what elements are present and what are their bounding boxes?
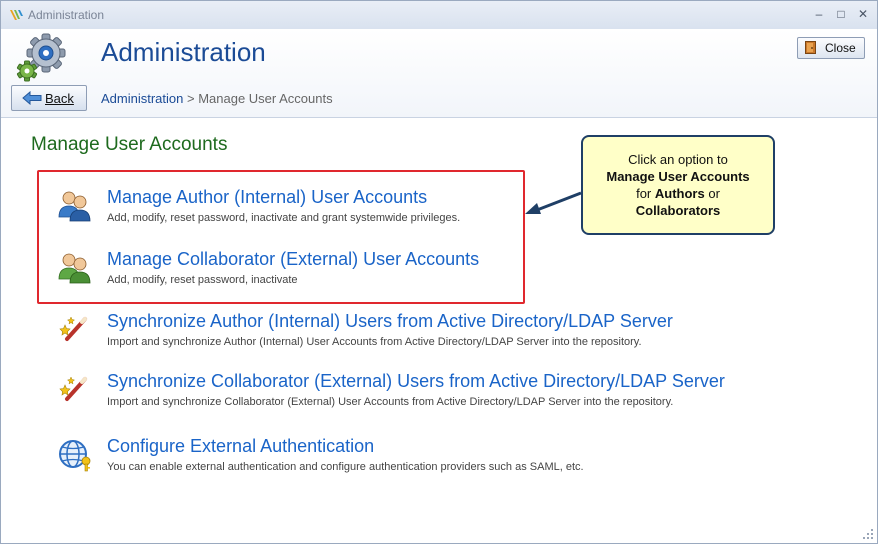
- door-exit-icon: [805, 41, 816, 54]
- option-description: You can enable external authentication a…: [107, 461, 584, 473]
- resize-grip-icon[interactable]: [862, 528, 874, 540]
- option-description: Import and synchronize Collaborator (Ext…: [107, 396, 674, 408]
- magic-wand-icon: [59, 376, 87, 401]
- title-bar: Administration – □ ✕: [1, 1, 877, 29]
- breadcrumb-link-administration[interactable]: Administration: [101, 91, 183, 106]
- callout-line-4: Collaborators: [635, 203, 721, 218]
- callout-line-2: Manage User Accounts: [606, 169, 750, 184]
- callout-line-1: Click an option to: [628, 152, 728, 167]
- maximize-button[interactable]: □: [831, 6, 851, 22]
- breadcrumb: Administration > Manage User Accounts: [101, 91, 333, 106]
- section-title: Manage User Accounts: [31, 134, 228, 155]
- back-button[interactable]: Back: [11, 85, 87, 111]
- option-title[interactable]: Manage Author (Internal) User Accounts: [107, 187, 427, 208]
- option-title[interactable]: Configure External Authentication: [107, 436, 374, 457]
- help-callout: Click an option to Manage User Accounts …: [581, 135, 775, 235]
- header: Administration Close Back Administration…: [1, 29, 877, 118]
- option-title[interactable]: Synchronize Collaborator (External) User…: [107, 371, 725, 392]
- globe-key-icon: [59, 440, 91, 472]
- back-button-label: Back: [45, 91, 74, 106]
- option-description: Import and synchronize Author (Internal)…: [107, 336, 642, 348]
- magic-wand-icon: [59, 316, 87, 341]
- option-description: Add, modify, reset password, inactivate …: [107, 212, 461, 224]
- breadcrumb-current: Manage User Accounts: [198, 91, 333, 106]
- minimize-button[interactable]: –: [809, 6, 829, 22]
- window-title: Administration: [28, 8, 105, 22]
- close-button-label: Close: [825, 41, 856, 55]
- administration-window: Administration – □ ✕ Administration Clos…: [0, 0, 878, 544]
- option-title[interactable]: Synchronize Author (Internal) Users from…: [107, 311, 673, 332]
- callout-pointer-arrow: [525, 191, 582, 214]
- option-description: Add, modify, reset password, inactivate: [107, 274, 298, 286]
- gear-icon: [16, 33, 66, 82]
- breadcrumb-separator: >: [183, 91, 199, 106]
- close-button[interactable]: Close: [797, 37, 865, 59]
- users-icon: [58, 191, 91, 222]
- page-title: Administration: [101, 37, 266, 67]
- back-arrow-icon: [22, 91, 42, 105]
- window-close-button[interactable]: ✕: [853, 6, 873, 22]
- callout-line-3: for Authors or: [636, 186, 720, 201]
- app-logo-icon: [10, 10, 23, 20]
- users-icon: [58, 253, 91, 284]
- option-title[interactable]: Manage Collaborator (External) User Acco…: [107, 249, 479, 270]
